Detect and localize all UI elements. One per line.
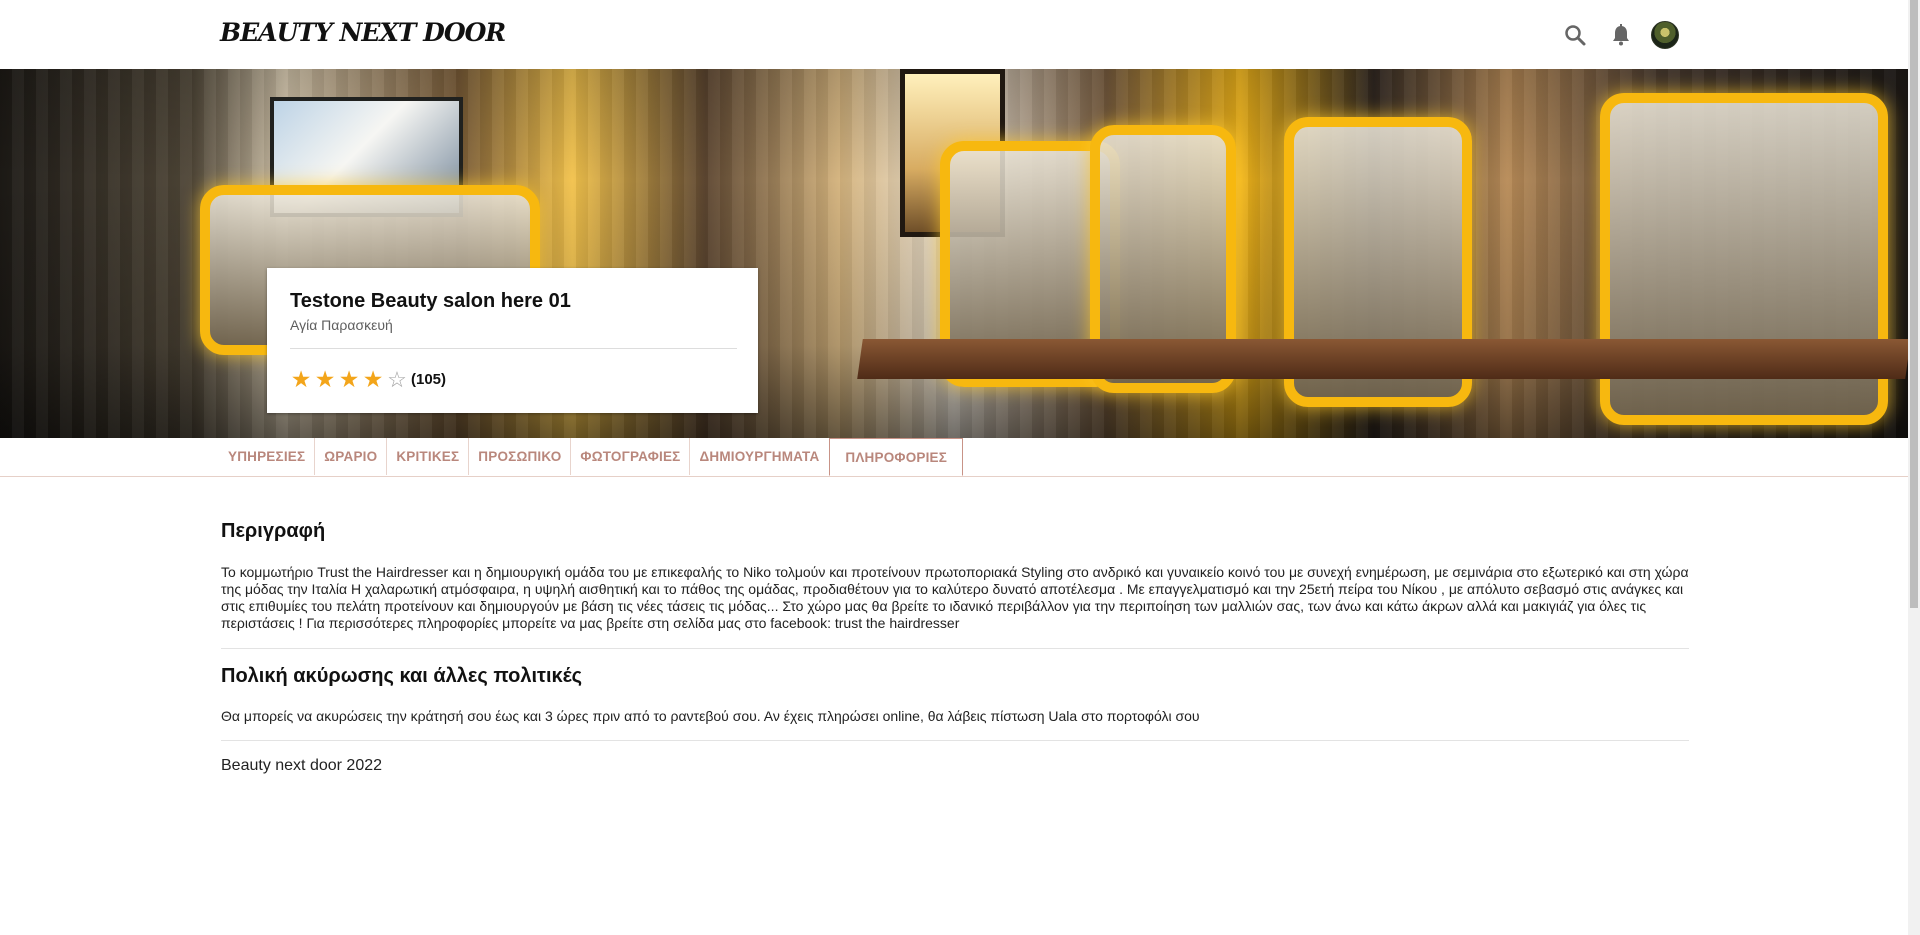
salon-tabs: ΥΠΗΡΕΣΙΕΣ ΩΡΑΡΙΟ ΚΡΙΤΙΚΕΣ ΠΡΟΣΩΠΙΚΟ ΦΩΤΟ…: [0, 438, 1908, 477]
top-bar: BEAUTY NEXT DOOR: [0, 0, 1908, 69]
policy-text: Θα μπορείς να ακυρώσεις την κράτησή σου …: [221, 708, 1200, 724]
notifications-button[interactable]: [1606, 20, 1636, 50]
salon-location: Αγία Παρασκευή: [290, 317, 393, 333]
star-icon: ★: [314, 366, 336, 392]
tab-creations[interactable]: ΔΗΜΙΟΥΡΓΗΜΑΤΑ: [689, 438, 828, 475]
information-content: Περιγραφή Το κομμωτήριο Trust the Hairdr…: [221, 520, 1689, 775]
salon-info-card: Testone Beauty salon here 01 Αγία Παρασκ…: [267, 268, 758, 413]
search-button[interactable]: [1560, 20, 1590, 50]
description-title: Περιγραφή: [221, 520, 326, 542]
avatar[interactable]: [1651, 21, 1679, 49]
brand-logo[interactable]: BEAUTY NEXT DOOR: [220, 18, 506, 47]
rating-stars[interactable]: ★ ★ ★ ★ ☆ (105): [289, 366, 446, 393]
tab-information[interactable]: ΠΛΗΡΟΦΟΡΙΕΣ: [829, 438, 964, 476]
scrollbar-thumb[interactable]: [1910, 0, 1918, 608]
card-divider: [290, 348, 737, 349]
cover-counter: [857, 339, 1908, 379]
tab-photos[interactable]: ΦΩΤΟΓΡΑΦΙΕΣ: [570, 438, 689, 475]
search-icon: [1565, 25, 1586, 46]
footer-copyright: Beauty next door 2022: [221, 757, 383, 774]
star-icon: ★: [362, 366, 384, 392]
star-empty-icon: ☆: [387, 366, 407, 392]
salon-name: Testone Beauty salon here 01: [290, 290, 571, 312]
tab-staff[interactable]: ΠΡΟΣΩΠΙΚΟ: [468, 438, 570, 475]
page-scrollbar[interactable]: [1908, 0, 1920, 935]
tab-services[interactable]: ΥΠΗΡΕΣΙΕΣ: [219, 438, 314, 475]
bell-icon: [1613, 24, 1629, 46]
star-icon: ★: [290, 366, 312, 392]
tab-reviews[interactable]: ΚΡΙΤΙΚΕΣ: [386, 438, 468, 475]
review-count: (105): [411, 371, 447, 388]
section-divider: [221, 740, 1689, 741]
tab-hours[interactable]: ΩΡΑΡΙΟ: [314, 438, 386, 475]
section-divider: [221, 648, 1689, 649]
star-icon: ★: [338, 366, 360, 392]
description-text: Το κομμωτήριο Trust the Hairdresser και …: [221, 564, 1689, 631]
policy-title: Πολική ακύρωσης και άλλες πολιτικές: [221, 665, 583, 687]
